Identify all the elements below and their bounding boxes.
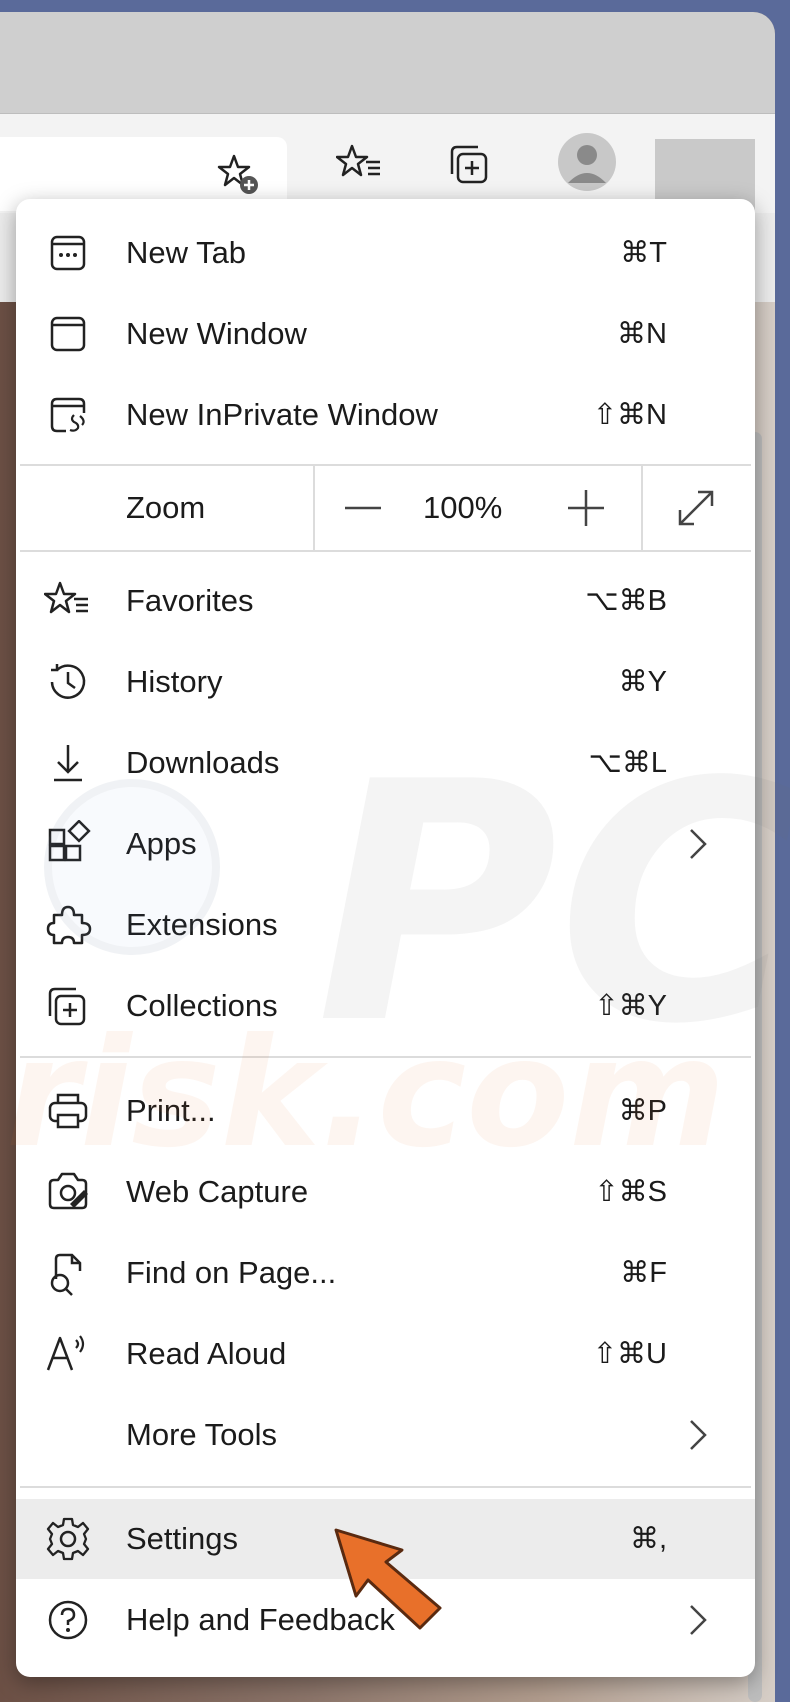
zoom-value: 100% <box>423 490 503 525</box>
history-icon <box>50 664 86 699</box>
download-icon <box>54 745 82 782</box>
zoom-out-icon[interactable] <box>339 484 387 532</box>
menu-item-label: Favorites <box>126 583 254 618</box>
menu-item-shortcut: ⌘T <box>620 237 667 269</box>
chevron-right-icon <box>690 1420 707 1450</box>
zoom-label: Zoom <box>126 490 206 525</box>
window-icon <box>50 316 86 352</box>
chevron-right-icon <box>690 829 707 859</box>
menu-item-new-tab[interactable]: New Tab ⌘T <box>16 213 755 293</box>
menu-item-label: New Tab <box>126 235 247 270</box>
favorites-icon[interactable] <box>330 134 390 194</box>
new-tab-icon <box>50 235 86 271</box>
menu-item-history[interactable]: History ⌘Y <box>16 642 755 722</box>
title-bar <box>0 12 775 113</box>
menu-item-label: Collections <box>126 988 278 1023</box>
menu-item-new-window[interactable]: New Window ⌘N <box>16 294 755 374</box>
find-icon <box>50 1253 82 1296</box>
menu-item-shortcut: ⌘Y <box>618 666 667 698</box>
zoom-divider <box>313 466 315 550</box>
menu-item-label: History <box>126 664 223 699</box>
menu-item-shortcut: ⇧⌘U <box>592 1338 667 1370</box>
profile-avatar-icon[interactable] <box>557 132 617 192</box>
menu-item-label: New InPrivate Window <box>126 397 438 432</box>
zoom-row: Zoom 100% <box>16 466 755 550</box>
menu-item-shortcut: ⇧⌘Y <box>594 990 667 1022</box>
menu-item-read-aloud[interactable]: Read Aloud ⇧⌘U <box>16 1314 755 1394</box>
menu-item-label: Find on Page... <box>126 1255 337 1290</box>
menu-item-label: Print... <box>126 1093 216 1128</box>
menu-item-shortcut: ⌘N <box>617 318 667 350</box>
zoom-divider <box>641 466 643 550</box>
watermark-magnifier-icon <box>44 779 220 955</box>
collections-icon <box>48 987 86 1026</box>
web-capture-icon <box>48 1172 88 1210</box>
pointer-arrow-icon <box>334 1528 442 1630</box>
read-aloud-icon <box>46 1335 85 1371</box>
menu-item-shortcut: ⇧⌘S <box>594 1176 667 1208</box>
add-favorite-icon[interactable] <box>210 144 270 204</box>
menu-item-shortcut: ⌘, <box>629 1523 667 1555</box>
inprivate-window-icon <box>50 397 86 433</box>
fullscreen-icon[interactable] <box>672 484 720 532</box>
zoom-in-icon[interactable] <box>562 484 610 532</box>
menu-item-shortcut: ⌘F <box>620 1257 667 1289</box>
menu-item-new-inprivate-window[interactable]: New InPrivate Window ⇧⌘N <box>16 375 755 455</box>
menu-item-more-tools[interactable]: More Tools <box>16 1395 755 1475</box>
menu-item-label: More Tools <box>126 1417 278 1452</box>
favorites-icon <box>44 581 88 614</box>
help-icon <box>48 1600 88 1640</box>
browser-menu: New Tab ⌘T New Window ⌘N New InPrivate W… <box>6 199 790 1677</box>
chevron-right-icon <box>690 1605 707 1635</box>
collections-icon[interactable] <box>440 134 500 194</box>
menu-item-collections[interactable]: Collections ⇧⌘Y <box>16 966 755 1046</box>
menu-item-favorites[interactable]: Favorites ⌥⌘B <box>16 561 755 641</box>
menu-item-print[interactable]: Print... ⌘P <box>16 1071 755 1151</box>
menu-item-label: New Window <box>126 316 307 351</box>
menu-item-web-capture[interactable]: Web Capture ⇧⌘S <box>16 1152 755 1232</box>
print-icon <box>48 1093 88 1129</box>
menu-item-shortcut: ⇧⌘N <box>592 399 667 431</box>
menu-item-shortcut: ⌥⌘L <box>588 747 667 779</box>
menu-item-label: Read Aloud <box>126 1336 287 1371</box>
menu-item-shortcut: ⌘P <box>618 1095 667 1127</box>
gear-icon <box>46 1517 90 1561</box>
menu-divider <box>20 1486 751 1488</box>
menu-item-find-on-page[interactable]: Find on Page... ⌘F <box>16 1233 755 1313</box>
menu-divider <box>20 550 751 552</box>
menu-divider <box>20 1056 751 1058</box>
menu-item-shortcut: ⌥⌘B <box>585 585 667 617</box>
menu-item-label: Settings <box>126 1521 239 1556</box>
menu-item-label: Web Capture <box>126 1174 309 1209</box>
